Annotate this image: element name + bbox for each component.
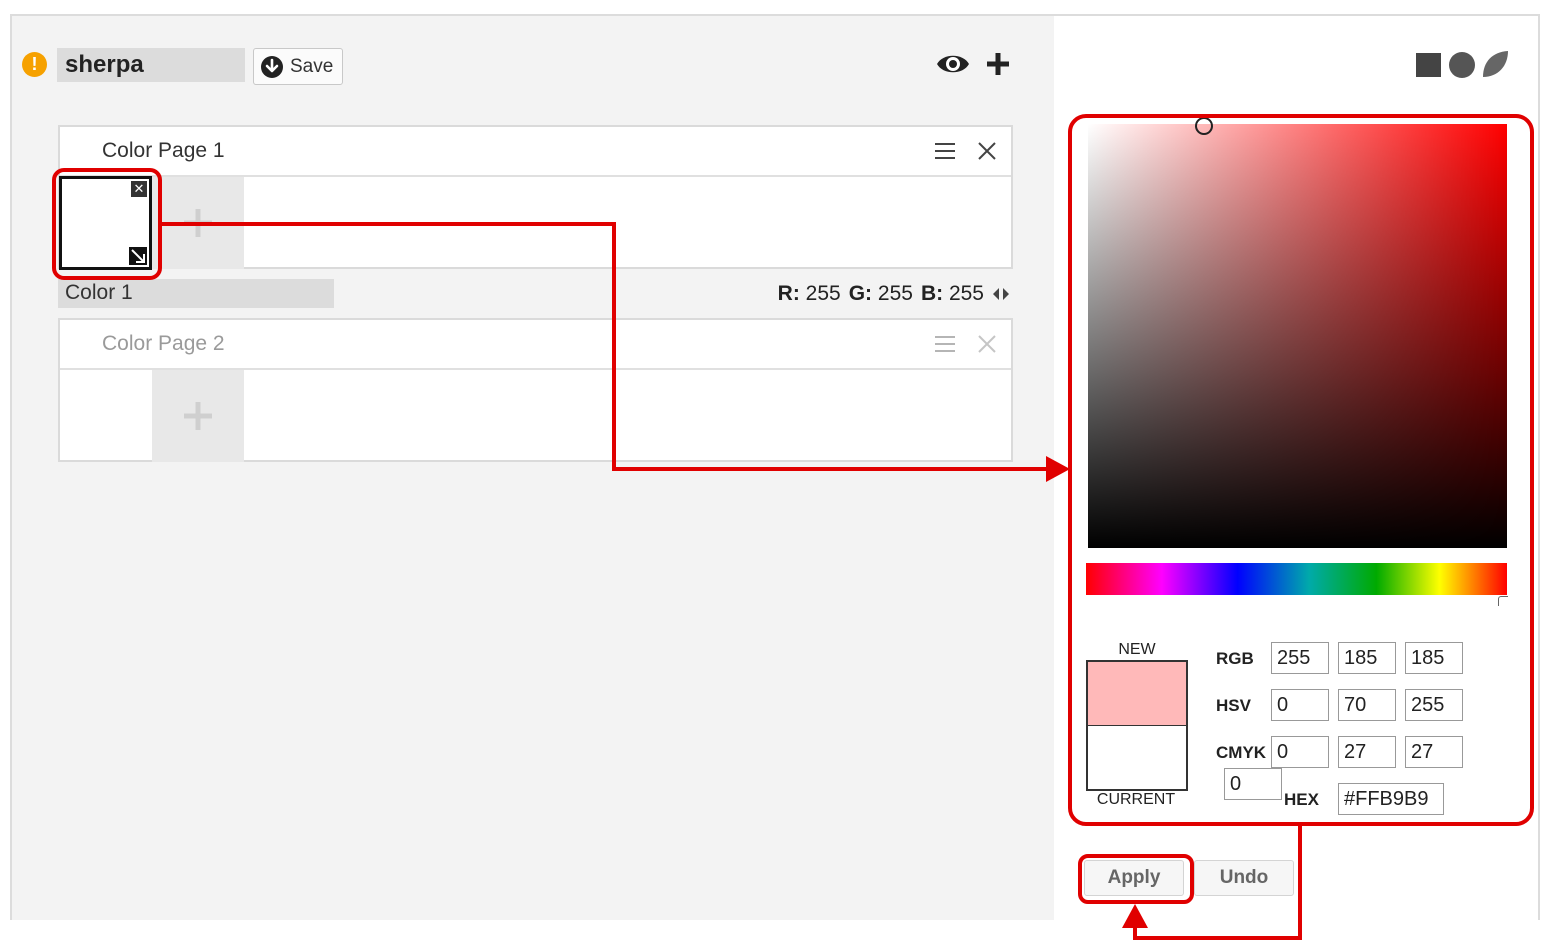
r-value: 255 xyxy=(805,282,841,305)
swatch-highlight xyxy=(52,168,162,280)
close-icon[interactable] xyxy=(976,140,998,162)
square-icon[interactable] xyxy=(1416,53,1441,77)
leaf-icon[interactable] xyxy=(1482,50,1509,78)
color-page-1: Color Page 1 xyxy=(58,125,1013,269)
b-value: 255 xyxy=(948,282,984,305)
rgb-readout: R: 255 G: 255 B: 255 xyxy=(760,280,1010,308)
color-page-2: Color Page 2 xyxy=(58,318,1013,462)
g-value: 255 xyxy=(877,282,913,305)
r-label: R: xyxy=(777,282,800,305)
page-header: Color Page 2 xyxy=(60,320,1011,370)
b-label: B: xyxy=(920,282,944,305)
g-label: G: xyxy=(848,282,873,305)
hamburger-icon[interactable] xyxy=(934,141,956,161)
eye-icon[interactable] xyxy=(935,48,971,80)
save-button[interactable]: Save xyxy=(253,48,343,85)
name-input[interactable] xyxy=(57,48,245,82)
page-title: Color Page 2 xyxy=(102,332,225,355)
plus-icon xyxy=(184,402,212,430)
circle-icon[interactable] xyxy=(1449,52,1475,78)
color-name[interactable]: Color 1 xyxy=(58,279,334,308)
warning-icon[interactable]: ! xyxy=(22,52,47,77)
apply-highlight xyxy=(1078,854,1194,904)
add-color-button[interactable] xyxy=(152,370,244,462)
save-label: Save xyxy=(290,55,334,77)
hamburger-icon[interactable] xyxy=(934,334,956,354)
undo-button[interactable]: Undo xyxy=(1194,860,1294,896)
plus-icon xyxy=(184,209,212,237)
arrows-icon[interactable] xyxy=(992,286,1010,302)
download-icon xyxy=(261,55,283,78)
picker-highlight xyxy=(1068,114,1534,826)
page-header: Color Page 1 xyxy=(60,127,1011,177)
add-color-button[interactable] xyxy=(152,177,244,269)
plus-icon[interactable] xyxy=(983,48,1013,80)
page-title: Color Page 1 xyxy=(102,139,225,162)
close-icon[interactable] xyxy=(976,333,998,355)
